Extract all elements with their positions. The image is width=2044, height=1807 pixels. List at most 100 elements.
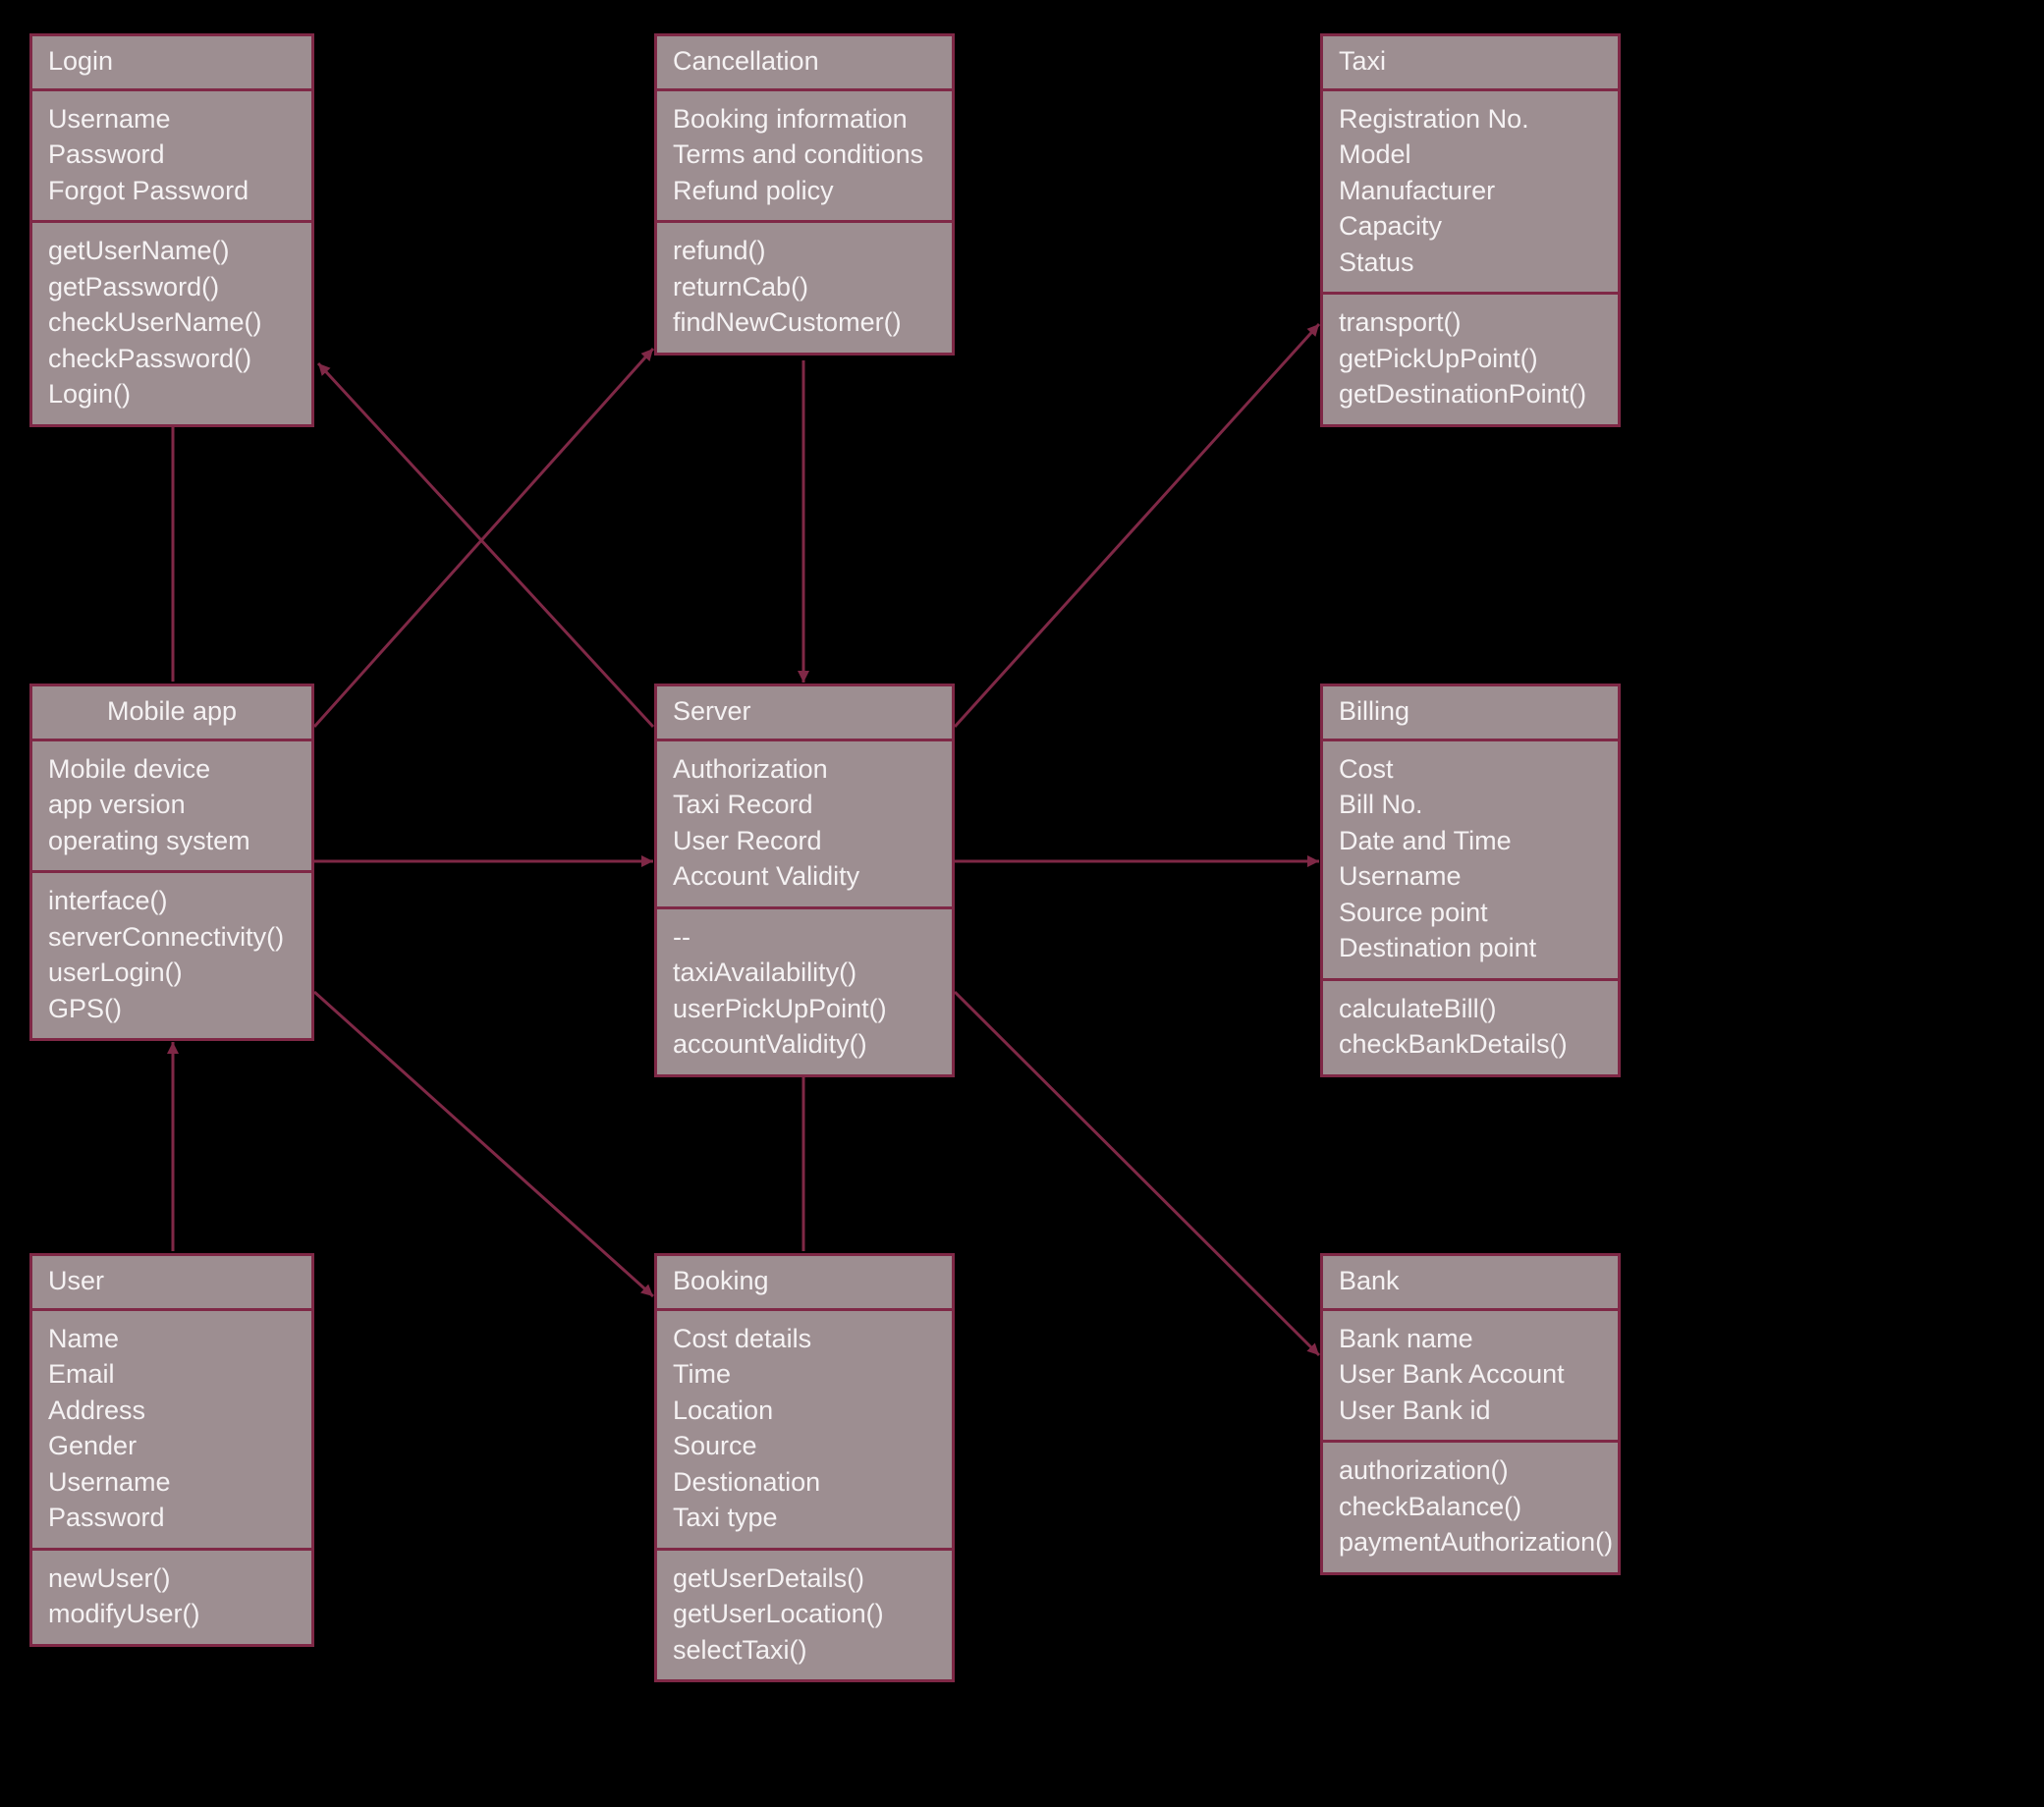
class-line: Taxi Record	[673, 787, 936, 822]
class-line: operating system	[48, 823, 296, 858]
class-line: refund()	[673, 233, 936, 268]
class-line: Username	[48, 1464, 296, 1500]
class-line: userPickUpPoint()	[673, 991, 936, 1026]
class-attributes: UsernamePasswordForgot Password	[32, 91, 311, 223]
class-line: Cost	[1339, 751, 1602, 787]
class-methods: --taxiAvailability()userPickUpPoint()acc…	[657, 909, 952, 1074]
class-line: getPickUpPoint()	[1339, 341, 1602, 376]
class-line: newUser()	[48, 1561, 296, 1596]
class-attributes: Mobile deviceapp versionoperating system	[32, 741, 311, 873]
class-line: Cost details	[673, 1321, 936, 1356]
class-attributes: Cost detailsTimeLocationSourceDestionati…	[657, 1311, 952, 1551]
class-methods: transport()getPickUpPoint()getDestinatio…	[1323, 295, 1618, 423]
class-attributes: CostBill No.Date and TimeUsernameSource …	[1323, 741, 1618, 981]
class-methods: getUserDetails()getUserLocation()selectT…	[657, 1551, 952, 1679]
class-line: Name	[48, 1321, 296, 1356]
class-cancellation: Cancellation Booking informationTerms an…	[654, 33, 955, 356]
class-line: Authorization	[673, 751, 936, 787]
class-attributes: AuthorizationTaxi RecordUser RecordAccou…	[657, 741, 952, 909]
class-title: Bank	[1323, 1256, 1618, 1311]
class-line: Username	[48, 101, 296, 137]
class-line: Destionation	[673, 1464, 936, 1500]
class-methods: interface()serverConnectivity()userLogin…	[32, 873, 311, 1038]
class-line: Source point	[1339, 895, 1602, 930]
class-methods: authorization()checkBalance()paymentAuth…	[1323, 1443, 1618, 1571]
class-line: Time	[673, 1356, 936, 1392]
class-methods: getUserName()getPassword()checkUserName(…	[32, 223, 311, 423]
class-line: Terms and conditions	[673, 137, 936, 172]
class-line: Account Validity	[673, 858, 936, 894]
class-title: Mobile app	[32, 686, 311, 741]
class-line: Address	[48, 1393, 296, 1428]
class-line: getDestinationPoint()	[1339, 376, 1602, 411]
class-line: Password	[48, 1500, 296, 1535]
class-line: Bank name	[1339, 1321, 1602, 1356]
class-line: calculateBill()	[1339, 991, 1602, 1026]
class-line: GPS()	[48, 991, 296, 1026]
class-line: checkBalance()	[1339, 1489, 1602, 1524]
class-line: Registration No.	[1339, 101, 1602, 137]
class-taxi: Taxi Registration No.ModelManufacturerCa…	[1320, 33, 1621, 427]
class-line: checkUserName()	[48, 304, 296, 340]
class-line: getUserLocation()	[673, 1596, 936, 1631]
class-line: paymentAuthorization()	[1339, 1524, 1602, 1560]
class-attributes: Booking informationTerms and conditionsR…	[657, 91, 952, 223]
class-line: Model	[1339, 137, 1602, 172]
class-line: interface()	[48, 883, 296, 918]
class-user: User NameEmailAddressGenderUsernamePassw…	[29, 1253, 314, 1647]
class-line: Mobile device	[48, 751, 296, 787]
class-line: User Bank Account	[1339, 1356, 1602, 1392]
class-methods: newUser()modifyUser()	[32, 1551, 311, 1644]
class-line: Date and Time	[1339, 823, 1602, 858]
class-line: Username	[1339, 858, 1602, 894]
class-bank: Bank Bank nameUser Bank AccountUser Bank…	[1320, 1253, 1621, 1575]
class-title: Billing	[1323, 686, 1618, 741]
class-title: Taxi	[1323, 36, 1618, 91]
class-line: Forgot Password	[48, 173, 296, 208]
class-title: Cancellation	[657, 36, 952, 91]
class-line: Login()	[48, 376, 296, 411]
class-title: Server	[657, 686, 952, 741]
class-line: getUserDetails()	[673, 1561, 936, 1596]
class-attributes: NameEmailAddressGenderUsernamePassword	[32, 1311, 311, 1551]
class-title: Login	[32, 36, 311, 91]
class-line: findNewCustomer()	[673, 304, 936, 340]
class-line: Bill No.	[1339, 787, 1602, 822]
class-line: Status	[1339, 245, 1602, 280]
class-line: selectTaxi()	[673, 1632, 936, 1668]
class-title: User	[32, 1256, 311, 1311]
class-line: Booking information	[673, 101, 936, 137]
class-line: userLogin()	[48, 955, 296, 990]
class-line: returnCab()	[673, 269, 936, 304]
class-line: Manufacturer	[1339, 173, 1602, 208]
class-line: Capacity	[1339, 208, 1602, 244]
class-line: accountValidity()	[673, 1026, 936, 1062]
class-line: serverConnectivity()	[48, 919, 296, 955]
class-line: Source	[673, 1428, 936, 1463]
class-line: Destination point	[1339, 930, 1602, 965]
class-line: Taxi type	[673, 1500, 936, 1535]
class-line: taxiAvailability()	[673, 955, 936, 990]
class-methods: refund()returnCab()findNewCustomer()	[657, 223, 952, 352]
class-login: Login UsernamePasswordForgot Password ge…	[29, 33, 314, 427]
class-mobile-app: Mobile app Mobile deviceapp versionopera…	[29, 684, 314, 1041]
class-line: getPassword()	[48, 269, 296, 304]
class-attributes: Bank nameUser Bank AccountUser Bank id	[1323, 1311, 1618, 1443]
class-line: Password	[48, 137, 296, 172]
class-line: Location	[673, 1393, 936, 1428]
class-line: getUserName()	[48, 233, 296, 268]
class-line: User Bank id	[1339, 1393, 1602, 1428]
class-methods: calculateBill()checkBankDetails()	[1323, 981, 1618, 1074]
class-line: Email	[48, 1356, 296, 1392]
class-server: Server AuthorizationTaxi RecordUser Reco…	[654, 684, 955, 1077]
class-line: checkBankDetails()	[1339, 1026, 1602, 1062]
class-billing: Billing CostBill No.Date and TimeUsernam…	[1320, 684, 1621, 1077]
class-line: User Record	[673, 823, 936, 858]
class-line: modifyUser()	[48, 1596, 296, 1631]
class-line: checkPassword()	[48, 341, 296, 376]
class-line: authorization()	[1339, 1452, 1602, 1488]
class-line: Refund policy	[673, 173, 936, 208]
class-booking: Booking Cost detailsTimeLocationSourceDe…	[654, 1253, 955, 1682]
class-line: app version	[48, 787, 296, 822]
class-line: --	[673, 919, 936, 955]
